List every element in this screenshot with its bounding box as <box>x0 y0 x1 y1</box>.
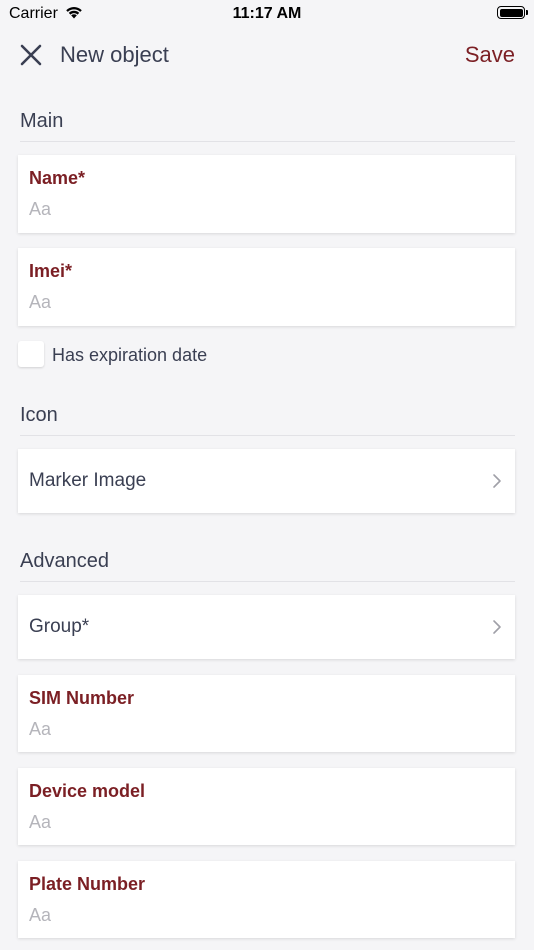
section-header-main: Main <box>20 110 515 142</box>
save-button[interactable]: Save <box>465 42 515 68</box>
sim-number-input[interactable] <box>29 719 499 740</box>
imei-field[interactable]: Imei* <box>18 248 515 326</box>
name-input[interactable] <box>29 199 499 220</box>
imei-field-label: Imei* <box>29 261 73 281</box>
expiration-checkbox[interactable] <box>18 341 44 367</box>
device-model-input[interactable] <box>29 812 499 833</box>
chevron-right-icon <box>493 474 501 488</box>
clock: 11:17 AM <box>232 5 302 22</box>
close-icon[interactable] <box>18 42 44 68</box>
sim-number-label: SIM Number <box>29 688 135 708</box>
page-title: New object <box>60 42 169 67</box>
expiration-label: Has expiration date <box>52 345 208 365</box>
nav-bar: New object Save <box>0 28 534 82</box>
imei-input[interactable] <box>29 292 499 313</box>
name-field[interactable]: Name* <box>18 155 515 233</box>
plate-number-label: Plate Number <box>29 874 146 894</box>
name-field-label: Name* <box>29 168 86 188</box>
device-model-field[interactable]: Device model <box>18 768 515 845</box>
plate-number-input[interactable] <box>29 905 499 926</box>
chevron-right-icon <box>493 620 501 634</box>
battery-icon <box>497 6 528 19</box>
status-bar: Carrier 11:17 AM <box>0 0 534 28</box>
plate-number-field[interactable]: Plate Number <box>18 861 515 938</box>
section-header-icon: Icon <box>20 404 515 436</box>
marker-image-row[interactable]: Marker Image <box>18 449 515 513</box>
section-header-advanced: Advanced <box>20 550 515 582</box>
group-label: Group* <box>29 616 90 637</box>
sim-number-field[interactable]: SIM Number <box>18 675 515 752</box>
device-model-label: Device model <box>29 781 146 801</box>
marker-image-label: Marker Image <box>29 470 147 491</box>
group-row[interactable]: Group* <box>18 595 515 659</box>
